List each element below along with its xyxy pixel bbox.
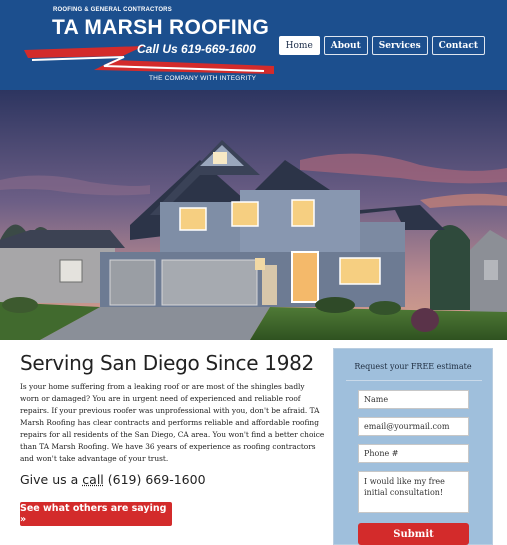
logo-tagline: THE COMPANY WITH INTEGRITY <box>149 75 257 82</box>
call-phone: (619) 669-1600 <box>107 472 206 487</box>
site-header: ROOFING & GENERAL CONTRACTORS TA MARSH R… <box>0 0 507 90</box>
call-prefix: Give us a <box>20 472 79 487</box>
email-field[interactable]: email@yourmail.com <box>358 417 469 436</box>
form-divider <box>346 380 482 381</box>
nav-services[interactable]: Services <box>371 36 428 55</box>
nav-contact[interactable]: Contact <box>431 36 485 55</box>
estimate-form: Request your FREE estimate Name email@yo… <box>333 348 493 545</box>
call-line: Give us a call (619) 669-1600 <box>20 472 206 487</box>
company-logo[interactable]: ROOFING & GENERAL CONTRACTORS TA MARSH R… <box>24 4 274 88</box>
nav-home[interactable]: Home <box>278 36 320 55</box>
main-nav: Home About Services Contact <box>278 36 485 55</box>
form-title: Request your FREE estimate <box>354 362 472 371</box>
hero-image <box>0 90 507 340</box>
message-field[interactable]: I would like my free initial consultatio… <box>358 471 469 513</box>
submit-button[interactable]: Submit <box>358 523 469 545</box>
phone-field[interactable]: Phone # <box>358 444 469 463</box>
nav-about[interactable]: About <box>323 36 368 55</box>
page-headline: Serving San Diego Since 1982 <box>20 351 314 375</box>
call-link[interactable]: call <box>82 472 103 487</box>
intro-paragraph: Is your home suffering from a leaking ro… <box>20 382 325 463</box>
logo-subtitle: ROOFING & GENERAL CONTRACTORS <box>53 7 172 13</box>
logo-company-name: TA MARSH ROOFING <box>52 16 270 39</box>
testimonials-button[interactable]: See what others are saying » <box>20 502 172 526</box>
logo-phone: Call Us 619-669-1600 <box>137 42 256 56</box>
name-field[interactable]: Name <box>358 390 469 409</box>
